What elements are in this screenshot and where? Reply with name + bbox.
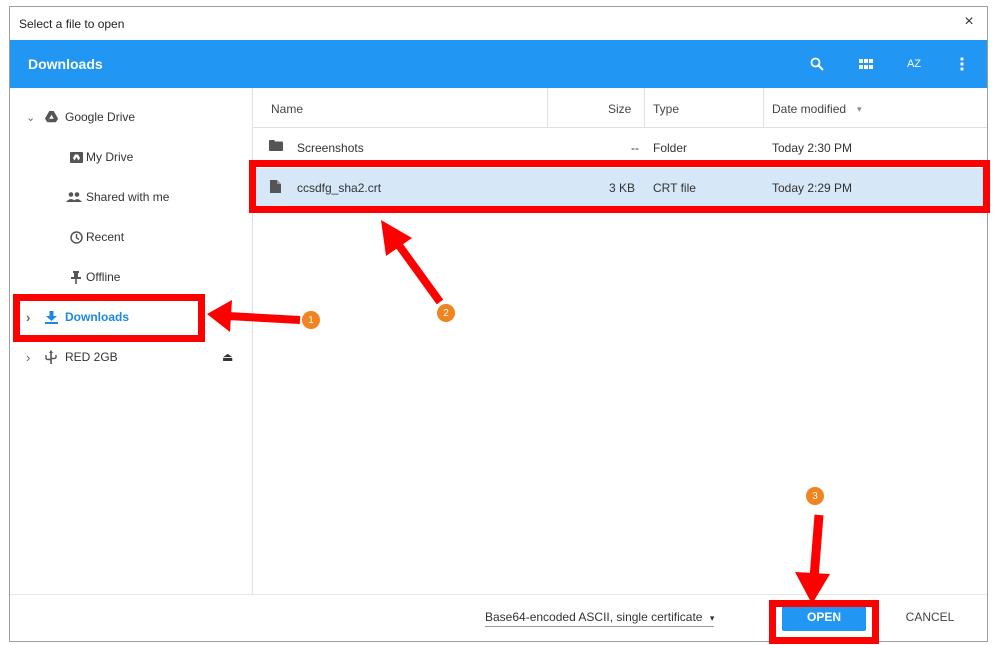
- column-divider: [763, 88, 764, 127]
- google-drive-icon: [43, 109, 59, 125]
- grid-view-icon[interactable]: [854, 52, 878, 76]
- sidebar: ⌄ Google Drive My Drive Shared with me R…: [10, 88, 253, 595]
- sidebar-item-label: Offline: [86, 270, 121, 284]
- my-drive-icon: [68, 149, 84, 165]
- shared-icon: [66, 189, 82, 205]
- sort-az-icon[interactable]: AZ: [902, 52, 926, 76]
- file-list: Name Size Type Date modified ▾ Screensho…: [253, 88, 987, 595]
- dialog-title: Select a file to open: [19, 17, 125, 31]
- current-folder-title: Downloads: [28, 56, 103, 72]
- file-date: Today 2:30 PM: [772, 141, 853, 155]
- column-divider: [547, 88, 548, 127]
- sidebar-item-label: My Drive: [86, 150, 134, 164]
- sidebar-item-red-2gb[interactable]: › RED 2GB ⏏: [10, 340, 252, 374]
- file-type-value: Base64-encoded ASCII, single certificate: [485, 610, 703, 624]
- dialog-titlebar: Select a file to open ×: [10, 7, 987, 40]
- sidebar-item-label: RED 2GB: [65, 350, 118, 364]
- column-header-date[interactable]: Date modified: [772, 102, 846, 116]
- sidebar-item-shared-with-me[interactable]: Shared with me: [10, 180, 252, 214]
- file-icon: [270, 180, 281, 196]
- sidebar-item-offline[interactable]: Offline: [10, 260, 252, 294]
- chevron-right-icon[interactable]: ›: [26, 310, 30, 325]
- column-header-name[interactable]: Name: [271, 102, 303, 116]
- column-header-type[interactable]: Type: [653, 102, 679, 116]
- sidebar-item-label: Shared with me: [86, 190, 170, 204]
- sort-descending-icon[interactable]: ▾: [857, 104, 862, 115]
- column-header-size[interactable]: Size: [608, 102, 631, 116]
- download-icon: [43, 309, 59, 325]
- annotation-step-badge: 1: [302, 311, 320, 329]
- cancel-button[interactable]: CANCEL: [894, 603, 966, 631]
- sidebar-item-label: Google Drive: [65, 110, 136, 124]
- sidebar-item-my-drive[interactable]: My Drive: [10, 140, 252, 174]
- search-icon[interactable]: [805, 52, 829, 76]
- sidebar-item-downloads[interactable]: › Downloads: [10, 300, 252, 334]
- chevron-right-icon[interactable]: ›: [26, 350, 30, 365]
- file-name: ccsdfg_sha2.crt: [297, 181, 382, 195]
- file-date: Today 2:29 PM: [772, 181, 853, 195]
- file-type: CRT file: [653, 181, 696, 195]
- usb-icon: [43, 349, 59, 365]
- sidebar-item-label: Downloads: [65, 310, 130, 324]
- file-name: Screenshots: [297, 141, 364, 155]
- sidebar-item-label: Recent: [86, 230, 125, 244]
- location-header: Downloads AZ: [10, 40, 987, 88]
- sidebar-item-google-drive[interactable]: ⌄ Google Drive: [10, 100, 252, 134]
- file-type: Folder: [653, 141, 688, 155]
- close-icon[interactable]: ×: [959, 12, 979, 32]
- column-divider: [644, 88, 645, 127]
- chevron-down-icon[interactable]: ⌄: [26, 111, 35, 124]
- pin-icon: [68, 269, 84, 285]
- dropdown-caret-icon: ▾: [709, 613, 715, 623]
- file-size: 3 KB: [609, 181, 636, 195]
- table-row[interactable]: ccsdfg_sha2.crt 3 KB CRT file Today 2:29…: [253, 168, 987, 207]
- annotation-step-badge: 2: [437, 304, 455, 322]
- recent-icon: [68, 229, 84, 245]
- file-size: --: [631, 141, 639, 155]
- file-type-select[interactable]: Base64-encoded ASCII, single certificate…: [485, 610, 715, 627]
- annotation-step-badge: 3: [806, 487, 824, 505]
- dialog-footer: Base64-encoded ASCII, single certificate…: [10, 594, 987, 641]
- open-button[interactable]: OPEN: [782, 603, 866, 631]
- sidebar-item-recent[interactable]: Recent: [10, 220, 252, 254]
- file-list-header: Name Size Type Date modified ▾: [253, 88, 987, 128]
- table-row[interactable]: Screenshots -- Folder Today 2:30 PM: [253, 128, 987, 167]
- eject-icon[interactable]: ⏏: [222, 350, 233, 364]
- file-picker-dialog: Select a file to open × Downloads AZ ⌄ G…: [9, 6, 988, 642]
- folder-icon: [269, 140, 283, 154]
- more-vert-icon[interactable]: [950, 52, 974, 76]
